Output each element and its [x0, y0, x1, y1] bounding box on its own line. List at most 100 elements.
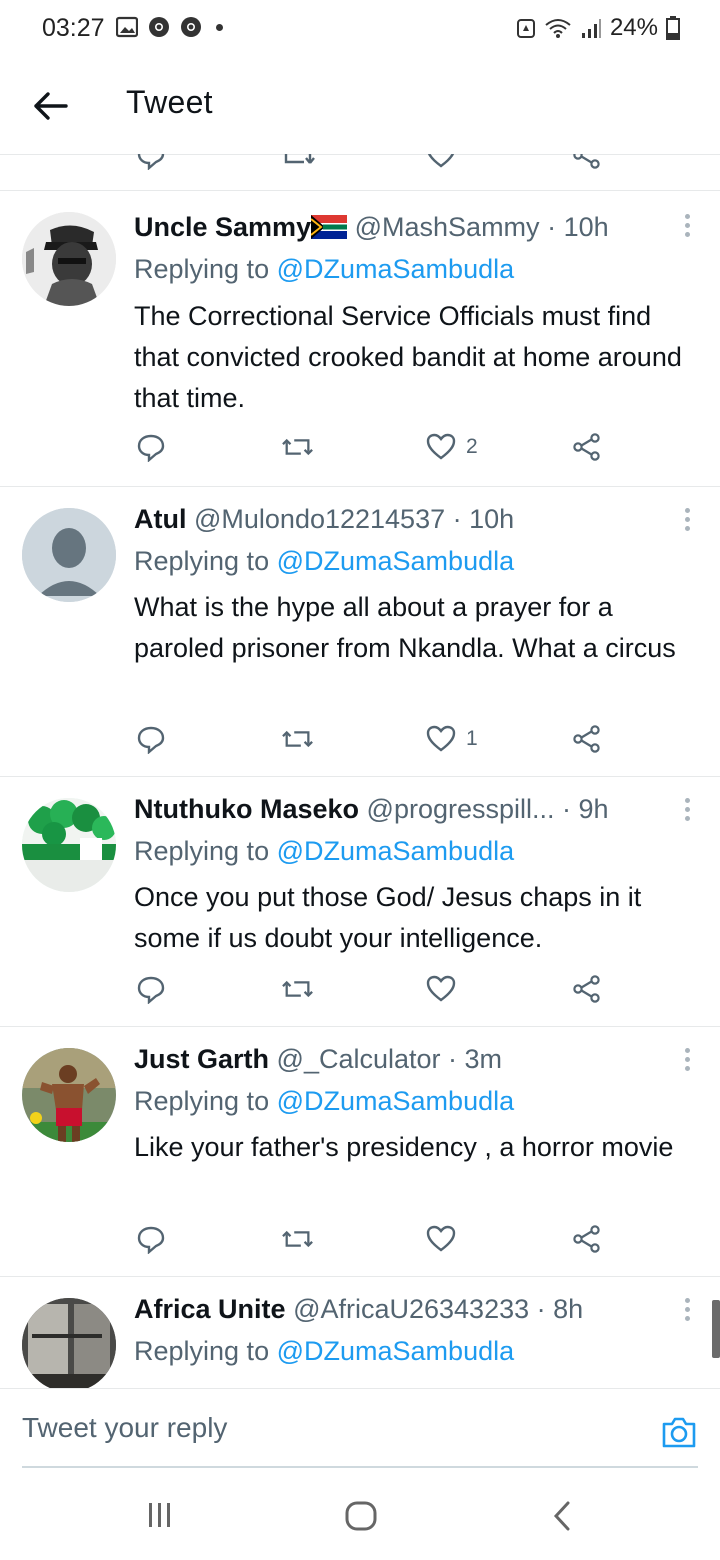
tweet-text: What is the hype all about a prayer for …: [134, 592, 676, 663]
tweet-actions: 1: [0, 724, 720, 764]
tweet-reply[interactable]: Atul @Mulondo12214537 · 10h Replying to …: [0, 486, 720, 777]
tweet-text: The Correctional Service Officials must …: [134, 301, 682, 413]
profile-photo-footballer: [22, 1048, 116, 1142]
recent-apps-icon[interactable]: [146, 1500, 174, 1530]
share-icon[interactable]: [572, 154, 602, 170]
recycle-icon: [516, 19, 535, 38]
scrollbar-thumb[interactable]: [712, 1300, 720, 1358]
reply-input[interactable]: [22, 1389, 642, 1467]
more-options-icon[interactable]: [680, 214, 694, 244]
user-handle[interactable]: @Mulondo12214537: [194, 504, 445, 534]
reply-button[interactable]: [136, 974, 166, 1004]
gallery-icon: [116, 16, 138, 38]
replying-to-handle[interactable]: @DZumaSambudla: [277, 254, 515, 284]
share-button[interactable]: [572, 724, 602, 754]
avatar[interactable]: [22, 212, 116, 306]
tweet-text: Like your father's presidency , a horror…: [134, 1132, 674, 1162]
retweet-icon[interactable]: [282, 154, 316, 170]
reply-button[interactable]: [136, 724, 166, 754]
profile-photo-man-with-cap: [22, 212, 116, 306]
reply-composer: [0, 1388, 720, 1469]
tweet-reply[interactable]: Ntuthuko Maseko @progresspill... · 9h Re…: [0, 776, 720, 1027]
tweet-reply[interactable]: Just Garth @_Calculator · 3m Replying to…: [0, 1026, 720, 1277]
back-icon[interactable]: [550, 1500, 574, 1532]
replying-to: Replying to @DZumaSambudla: [134, 1336, 514, 1367]
tweet-text: Once you put those God/ Jesus chaps in i…: [134, 882, 642, 953]
header: Tweet: [0, 56, 720, 155]
display-name[interactable]: Uncle Sammy: [134, 212, 311, 242]
previous-tweet-actions: [0, 154, 720, 191]
replying-to-handle[interactable]: @DZumaSambudla: [277, 1336, 515, 1366]
replying-to-label: Replying to: [134, 546, 270, 576]
retweet-button[interactable]: [282, 1224, 314, 1254]
retweet-button[interactable]: [282, 974, 314, 1004]
status-notification-icons: [116, 16, 223, 38]
display-name[interactable]: Atul: [134, 504, 186, 534]
tweet-time: · 9h: [562, 794, 609, 824]
user-handle[interactable]: @progresspill...: [367, 794, 555, 824]
user-handle[interactable]: @AfricaU26343233: [293, 1294, 529, 1324]
share-button[interactable]: [572, 974, 602, 1004]
reply-icon[interactable]: [136, 154, 166, 170]
camera-icon[interactable]: [660, 1413, 698, 1451]
share-icon: [573, 725, 600, 753]
user-handle[interactable]: @_Calculator: [277, 1044, 441, 1074]
chrome-icon: [149, 17, 169, 37]
replying-to: Replying to @DZumaSambudla: [134, 836, 514, 867]
back-arrow-icon[interactable]: [30, 86, 70, 126]
tweet-reply[interactable]: Africa Unite @AfricaU26343233 · 8h Reply…: [0, 1276, 720, 1388]
share-icon: [573, 975, 600, 1003]
reply-icon: [137, 434, 165, 462]
signal-icon: [581, 19, 601, 38]
share-button[interactable]: [572, 432, 602, 462]
more-notifications-dot-icon: [216, 23, 223, 31]
replying-to: Replying to @DZumaSambudla: [134, 254, 514, 285]
more-options-icon[interactable]: [680, 1298, 694, 1328]
like-button[interactable]: 1: [426, 724, 478, 754]
like-button[interactable]: [426, 1224, 466, 1254]
replying-to-handle[interactable]: @DZumaSambudla: [277, 546, 515, 576]
tweet-reply[interactable]: Uncle Sammy @MashSammy · 10h Replying to…: [0, 190, 720, 487]
retweet-icon: [282, 730, 313, 748]
share-button[interactable]: [572, 1224, 602, 1254]
more-options-icon[interactable]: [680, 1048, 694, 1078]
reply-button[interactable]: [136, 432, 166, 462]
more-options-icon[interactable]: [680, 798, 694, 828]
status-right: 24%: [516, 14, 680, 42]
user-handle[interactable]: @MashSammy: [355, 212, 540, 242]
retweet-button[interactable]: [282, 724, 314, 754]
avatar[interactable]: [22, 508, 116, 602]
tweet-header: Atul @Mulondo12214537 · 10h: [134, 504, 514, 535]
display-name[interactable]: Just Garth: [134, 1044, 269, 1074]
wifi-icon: [545, 19, 571, 38]
avatar[interactable]: [22, 1048, 116, 1142]
like-icon[interactable]: [426, 154, 456, 170]
like-button[interactable]: [426, 974, 466, 1004]
display-name[interactable]: Ntuthuko Maseko: [134, 794, 359, 824]
like-button[interactable]: 2: [426, 432, 478, 462]
tweet-actions: 2: [0, 432, 720, 472]
avatar[interactable]: [22, 1298, 116, 1388]
replying-to-label: Replying to: [134, 1086, 270, 1116]
reply-input-underline: [22, 1466, 698, 1468]
avatar[interactable]: [22, 798, 116, 892]
tweet-header: Ntuthuko Maseko @progresspill... · 9h: [134, 794, 609, 825]
battery-percent: 24%: [609, 14, 658, 41]
replying-to-handle[interactable]: @DZumaSambudla: [277, 836, 515, 866]
like-count: 2: [466, 435, 478, 458]
retweet-button[interactable]: [282, 432, 314, 462]
replying-to: Replying to @DZumaSambudla: [134, 1086, 514, 1117]
status-time: 03:27: [42, 14, 105, 42]
share-icon: [573, 1225, 600, 1253]
more-options-icon[interactable]: [680, 508, 694, 538]
tweet-time: · 10h: [547, 212, 609, 242]
display-name[interactable]: Africa Unite: [134, 1294, 286, 1324]
replying-to-label: Replying to: [134, 254, 270, 284]
reply-icon: [137, 1226, 165, 1254]
like-icon: [426, 975, 456, 1002]
home-icon[interactable]: [344, 1500, 378, 1532]
reply-button[interactable]: [136, 1224, 166, 1254]
tweet-actions: [0, 974, 720, 1014]
replying-to-handle[interactable]: @DZumaSambudla: [277, 1086, 515, 1116]
profile-photo-building: [22, 1298, 116, 1388]
